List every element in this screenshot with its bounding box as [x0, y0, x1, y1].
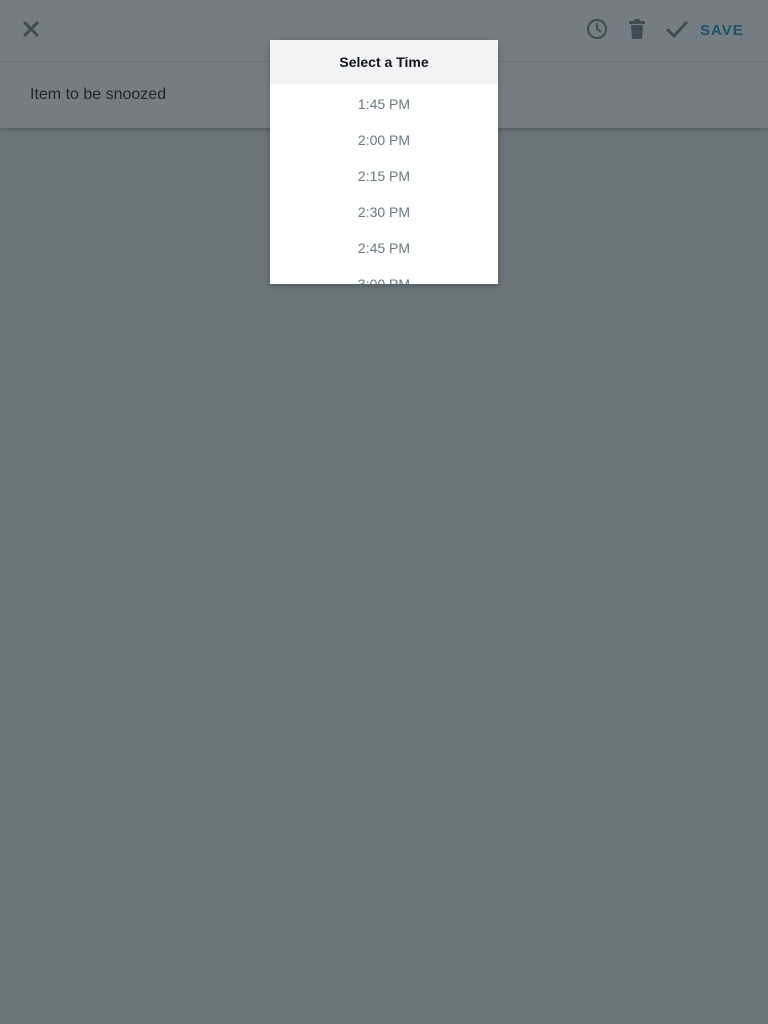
time-options-list[interactable]: 1:45 PM 2:00 PM 2:15 PM 2:30 PM 2:45 PM … — [270, 84, 498, 284]
time-option[interactable]: 2:00 PM — [270, 122, 498, 158]
snooze-screen: SAVE Item to be snoozed Select a Time 1:… — [0, 0, 768, 1024]
item-title: Item to be snoozed — [30, 86, 167, 103]
check-icon — [665, 17, 689, 46]
close-button[interactable] — [15, 15, 47, 47]
close-icon — [22, 20, 40, 43]
time-option[interactable]: 3:00 PM — [270, 266, 498, 284]
popover-title: Select a Time — [270, 40, 498, 84]
time-option[interactable]: 2:15 PM — [270, 158, 498, 194]
clock-icon — [585, 17, 609, 46]
time-option[interactable]: 1:45 PM — [270, 86, 498, 122]
time-option[interactable]: 2:30 PM — [270, 194, 498, 230]
delete-button[interactable] — [621, 15, 653, 47]
complete-button[interactable] — [661, 15, 693, 47]
time-option[interactable]: 2:45 PM — [270, 230, 498, 266]
save-button[interactable]: SAVE — [700, 19, 744, 43]
trash-icon — [627, 18, 647, 45]
snooze-time-button[interactable] — [581, 15, 613, 47]
time-picker-popover: Select a Time 1:45 PM 2:00 PM 2:15 PM 2:… — [270, 40, 498, 284]
